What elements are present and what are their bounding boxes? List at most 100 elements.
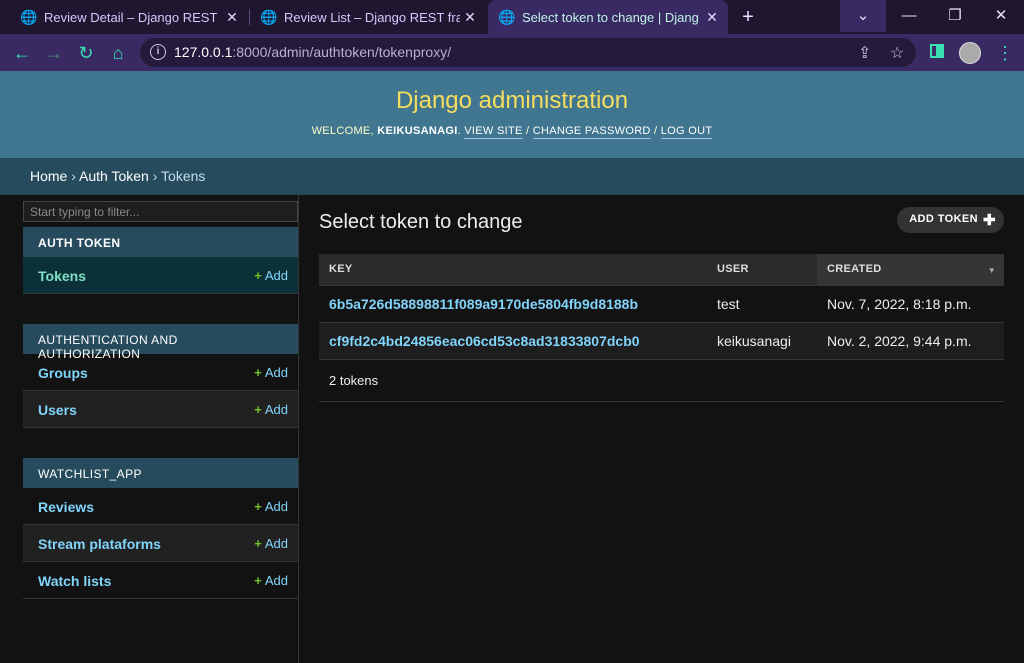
globe-icon: 🌐 bbox=[260, 9, 278, 25]
module-auth-token: AUTH TOKEN Tokens + Add bbox=[23, 227, 298, 294]
add-stream-plataforms-link[interactable]: + Add bbox=[254, 536, 288, 551]
reload-icon[interactable]: ↻ bbox=[75, 42, 97, 64]
back-icon[interactable]: ← bbox=[11, 42, 33, 64]
view-site-link[interactable]: VIEW SITE bbox=[464, 125, 523, 139]
column-header-label: CREATED bbox=[827, 263, 882, 276]
sidebar-item-users[interactable]: Users + Add bbox=[23, 391, 298, 428]
token-key-link[interactable]: cf9fd2c4bd24856eac06cd53c8ad31833807dcb0 bbox=[329, 333, 640, 349]
module-caption[interactable]: AUTHENTICATION AND AUTHORIZATION bbox=[23, 324, 298, 361]
url-host: 127.0.0.1 bbox=[174, 44, 233, 60]
browser-tab-select-token[interactable]: 🌐 Select token to change | Django site a… bbox=[488, 0, 728, 34]
sort-desc-icon[interactable]: ▼ bbox=[988, 266, 996, 275]
new-tab-button[interactable]: + bbox=[738, 6, 758, 29]
window-close-icon[interactable]: ✕ bbox=[978, 0, 1024, 32]
globe-icon: 🌐 bbox=[20, 9, 38, 25]
sidebar-item-reviews[interactable]: Reviews + Add bbox=[23, 488, 298, 525]
info-icon[interactable]: i bbox=[150, 44, 166, 60]
table-row: 6b5a726d58898811f089a9170de5804fb9d8188b… bbox=[319, 285, 1004, 323]
browser-tab-review-list[interactable]: 🌐 Review List – Django REST framework ✕ bbox=[250, 0, 486, 34]
nav-filter-input[interactable]: Start typing to filter... bbox=[23, 201, 298, 222]
sidebar-item-label[interactable]: Tokens bbox=[38, 268, 86, 284]
add-groups-link[interactable]: + Add bbox=[254, 365, 288, 380]
token-user-cell: keikusanagi bbox=[707, 322, 817, 360]
add-watch-lists-link[interactable]: + Add bbox=[254, 573, 288, 588]
add-token-button[interactable]: ADD TOKEN ✚ bbox=[897, 207, 1004, 233]
add-token-label: ADD TOKEN bbox=[909, 213, 978, 225]
column-header-created[interactable]: CREATED ▼ bbox=[817, 254, 1004, 286]
add-users-link[interactable]: + Add bbox=[254, 402, 288, 417]
sidebar-icon[interactable] bbox=[930, 44, 944, 58]
plus-icon: ✚ bbox=[983, 212, 996, 229]
add-label: Add bbox=[264, 268, 288, 283]
sidebar-item-label[interactable]: Reviews bbox=[38, 499, 94, 515]
tab-title: Select token to change | Django site adm… bbox=[522, 9, 698, 25]
module-caption[interactable]: AUTH TOKEN bbox=[23, 227, 298, 257]
change-password-link[interactable]: CHANGE PASSWORD bbox=[532, 125, 651, 139]
breadcrumb-app[interactable]: Auth Token bbox=[79, 168, 149, 184]
tab-title: Review Detail – Django REST framework bbox=[44, 9, 220, 25]
result-count: 2 tokens bbox=[319, 359, 1004, 402]
site-branding[interactable]: Django administration bbox=[0, 87, 1024, 115]
plus-icon: + bbox=[254, 365, 262, 380]
breadcrumb: Home › Auth Token › Tokens bbox=[0, 158, 1024, 195]
add-label: Add bbox=[264, 499, 288, 514]
home-icon[interactable]: ⌂ bbox=[107, 42, 129, 64]
add-reviews-link[interactable]: + Add bbox=[254, 499, 288, 514]
share-icon[interactable]: ⇪ bbox=[858, 43, 871, 63]
url-text[interactable]: 127.0.0.1:8000/admin/authtoken/tokenprox… bbox=[174, 44, 451, 60]
star-icon[interactable]: ☆ bbox=[890, 43, 904, 63]
sidebar-item-groups[interactable]: Groups + Add bbox=[23, 354, 298, 391]
browser-tab-review-detail[interactable]: 🌐 Review Detail – Django REST framework … bbox=[0, 0, 248, 34]
page-title: Select token to change bbox=[319, 211, 523, 233]
sidebar-item-watch-lists[interactable]: Watch lists + Add bbox=[23, 562, 298, 599]
add-label: Add bbox=[264, 536, 288, 551]
token-key-link[interactable]: 6b5a726d58898811f089a9170de5804fb9d8188b bbox=[329, 296, 638, 312]
close-icon[interactable]: ✕ bbox=[462, 9, 478, 25]
add-label: Add bbox=[264, 573, 288, 588]
add-label: Add bbox=[264, 402, 288, 417]
browser-toolbar: ← → ↻ ⌂ i 127.0.0.1:8000/admin/authtoken… bbox=[0, 34, 1024, 71]
plus-icon: + bbox=[254, 573, 262, 588]
token-key-cell: 6b5a726d58898811f089a9170de5804fb9d8188b bbox=[319, 285, 707, 323]
minimize-icon[interactable]: — bbox=[886, 0, 932, 32]
token-created-cell: Nov. 7, 2022, 8:18 p.m. bbox=[817, 285, 1004, 323]
chevron-down-icon[interactable]: ⌄ bbox=[840, 0, 886, 32]
column-header-key[interactable]: KEY bbox=[319, 254, 707, 286]
nav-sidebar: Start typing to filter... AUTH TOKEN Tok… bbox=[22, 195, 299, 663]
restore-icon[interactable]: ❐ bbox=[932, 0, 978, 32]
profile-avatar[interactable] bbox=[959, 42, 981, 64]
column-header-user[interactable]: USER bbox=[707, 254, 817, 286]
module-authentication: AUTHENTICATION AND AUTHORIZATION Groups … bbox=[23, 324, 298, 428]
globe-icon: 🌐 bbox=[498, 9, 516, 25]
tab-title: Review List – Django REST framework bbox=[284, 9, 460, 25]
breadcrumb-current: Tokens bbox=[161, 168, 206, 184]
forward-icon[interactable]: → bbox=[43, 42, 65, 64]
welcome-text: WELCOME, bbox=[311, 125, 378, 137]
close-icon[interactable]: ✕ bbox=[224, 9, 240, 25]
url-path: :8000/admin/authtoken/tokenproxy/ bbox=[232, 44, 452, 60]
sidebar-item-stream-plataforms[interactable]: Stream plataforms + Add bbox=[23, 525, 298, 562]
module-caption[interactable]: WATCHLIST_APP bbox=[23, 458, 298, 488]
sidebar-item-label[interactable]: Users bbox=[38, 402, 77, 418]
sidebar-item-label[interactable]: Stream plataforms bbox=[38, 536, 161, 552]
plus-icon: + bbox=[254, 402, 262, 417]
browser-tab-strip: 🌐 Review Detail – Django REST framework … bbox=[0, 0, 1024, 34]
menu-icon[interactable]: ⋮ bbox=[996, 42, 1014, 64]
breadcrumb-home[interactable]: Home bbox=[30, 168, 67, 184]
address-bar[interactable]: i 127.0.0.1:8000/admin/authtoken/tokenpr… bbox=[140, 38, 916, 67]
plus-icon: + bbox=[254, 499, 262, 514]
add-tokens-link[interactable]: + Add bbox=[254, 268, 288, 283]
sidebar-item-label[interactable]: Groups bbox=[38, 365, 88, 381]
sidebar-item-label[interactable]: Watch lists bbox=[38, 573, 111, 589]
add-label: Add bbox=[264, 365, 288, 380]
plus-icon: + bbox=[254, 268, 262, 283]
token-key-cell: cf9fd2c4bd24856eac06cd53c8ad31833807dcb0 bbox=[319, 322, 707, 360]
log-out-link[interactable]: LOG OUT bbox=[660, 125, 713, 139]
user-tools: WELCOME, KEIKUSANAGI. VIEW SITE / CHANGE… bbox=[311, 125, 713, 139]
results-table: KEY USER CREATED ▼ 6b5a726d58898811f089a9… bbox=[319, 254, 1004, 360]
plus-icon: + bbox=[254, 536, 262, 551]
close-icon[interactable]: ✕ bbox=[704, 9, 720, 25]
username: KEIKUSANAGI bbox=[377, 125, 458, 137]
sidebar-item-tokens[interactable]: Tokens + Add bbox=[23, 257, 298, 294]
token-user-cell: test bbox=[707, 285, 817, 323]
